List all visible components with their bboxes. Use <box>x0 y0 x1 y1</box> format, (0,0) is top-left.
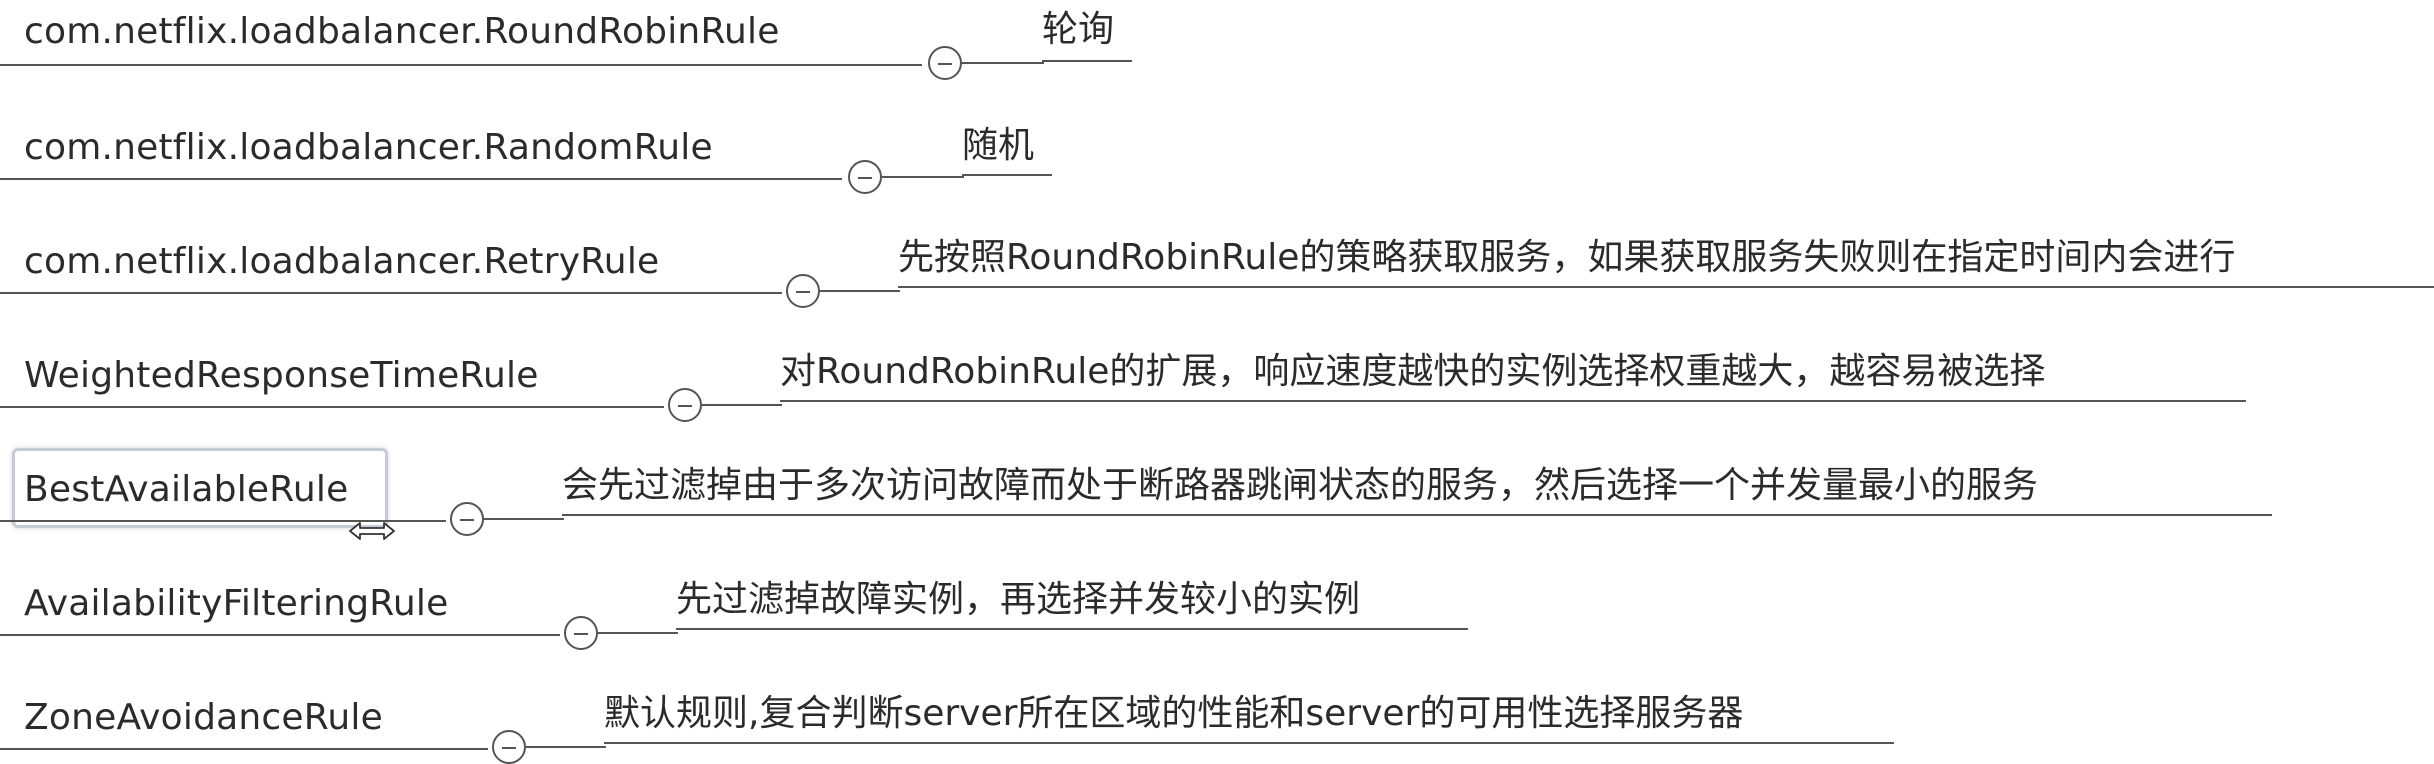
description-underline <box>1042 60 1132 62</box>
branch-connector <box>598 632 678 634</box>
rule-description[interactable]: 随机 <box>962 124 1034 168</box>
collapse-toggle-icon[interactable] <box>668 388 702 422</box>
rule-node-label[interactable]: ZoneAvoidanceRule <box>24 696 383 740</box>
rule-description[interactable]: 轮询 <box>1042 8 1114 52</box>
rule-node-label[interactable]: WeightedResponseTimeRule <box>24 354 539 398</box>
rule-node-label[interactable]: AvailabilityFilteringRule <box>24 582 448 626</box>
collapse-toggle-icon[interactable] <box>928 46 962 80</box>
rule-description[interactable]: 先按照RoundRobinRule的策略获取服务，如果获取服务失败则在指定时间内… <box>898 236 2235 280</box>
rule-description[interactable]: 先过滤掉故障实例，再选择并发较小的实例 <box>676 578 1360 622</box>
collapse-toggle-icon[interactable] <box>450 502 484 536</box>
rule-node-underline <box>0 64 922 66</box>
branch-connector <box>484 518 564 520</box>
collapse-toggle-icon[interactable] <box>848 160 882 194</box>
collapse-toggle-icon[interactable] <box>492 730 526 764</box>
rule-node-underline <box>0 292 782 294</box>
branch-connector <box>526 746 606 748</box>
rule-node-underline <box>0 634 560 636</box>
branch-connector <box>962 62 1044 64</box>
rule-node-underline <box>0 178 842 180</box>
branch-connector <box>882 176 964 178</box>
description-underline <box>898 286 2434 288</box>
mind-map-canvas: com.netflix.loadbalancer.RoundRobinRule … <box>0 0 2434 764</box>
branch-connector <box>820 290 900 292</box>
rule-node-underline <box>0 406 664 408</box>
description-underline <box>676 628 1468 630</box>
branch-connector <box>702 404 782 406</box>
rule-description[interactable]: 会先过滤掉由于多次访问故障而处于断路器跳闸状态的服务，然后选择一个并发量最小的服… <box>562 464 2038 508</box>
rule-description[interactable]: 对RoundRobinRule的扩展，响应速度越快的实例选择权重越大，越容易被选… <box>780 350 2045 394</box>
collapse-toggle-icon[interactable] <box>786 274 820 308</box>
description-underline <box>962 174 1052 176</box>
rule-node-label[interactable]: com.netflix.loadbalancer.RoundRobinRule <box>24 10 780 54</box>
rule-node-label[interactable]: com.netflix.loadbalancer.RandomRule <box>24 126 713 170</box>
collapse-toggle-icon[interactable] <box>564 616 598 650</box>
rule-node-label[interactable]: BestAvailableRule <box>24 468 348 512</box>
rule-node-label[interactable]: com.netflix.loadbalancer.RetryRule <box>24 240 659 284</box>
rule-description[interactable]: 默认规则,复合判断server所在区域的性能和server的可用性选择服务器 <box>604 692 1743 736</box>
description-underline <box>562 514 2272 516</box>
description-underline <box>780 400 2246 402</box>
horizontal-resize-cursor-icon <box>349 522 395 540</box>
description-underline <box>604 742 1894 744</box>
rule-node-underline <box>0 748 488 750</box>
